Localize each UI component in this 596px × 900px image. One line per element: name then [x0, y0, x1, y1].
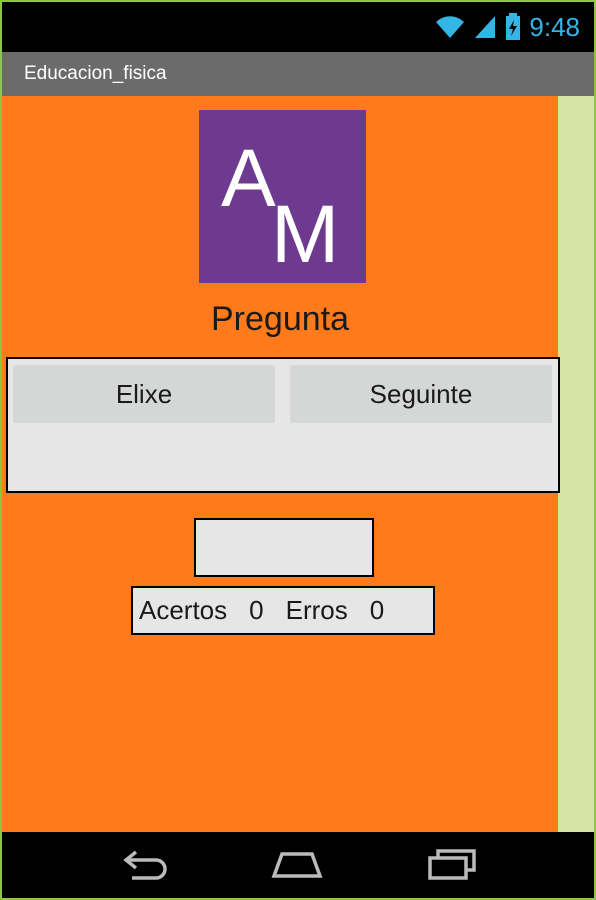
status-time: 9:48	[529, 11, 580, 42]
status-bar: 9:48	[2, 2, 594, 52]
am-logo-mark: A M	[221, 133, 339, 280]
battery-charging-icon	[506, 13, 521, 40]
recent-apps-icon[interactable]	[426, 846, 478, 882]
hits-value: 0	[249, 595, 264, 625]
home-icon[interactable]	[270, 846, 324, 882]
hits-label: Acertos	[139, 595, 228, 625]
right-edge-strip	[558, 96, 594, 832]
choose-button[interactable]: Elixe	[13, 365, 275, 423]
status-icons: 9:48	[435, 10, 580, 44]
answer-field[interactable]	[194, 518, 374, 577]
navigation-bar	[2, 832, 594, 898]
logo-letter-a: A	[221, 133, 276, 224]
app-title: Educacion_fisica	[24, 63, 167, 84]
phone-screen: 9:48 Educacion_fisica A M Pregunta Elixe…	[0, 0, 596, 900]
signal-icon	[475, 16, 496, 38]
back-icon[interactable]	[120, 846, 170, 882]
wifi-icon	[436, 16, 465, 38]
next-button[interactable]: Seguinte	[290, 365, 552, 423]
errors-value: 0	[369, 595, 385, 625]
question-label: Pregunta	[211, 300, 349, 338]
app-logo: A M	[199, 110, 366, 283]
score-panel: Acertos 0 Erros 0	[131, 586, 435, 635]
errors-label: Erros	[285, 595, 348, 625]
options-panel: Elixe Seguinte	[6, 357, 560, 493]
logo-letter-m: M	[271, 189, 339, 280]
app-title-bar: Educacion_fisica	[2, 52, 594, 96]
